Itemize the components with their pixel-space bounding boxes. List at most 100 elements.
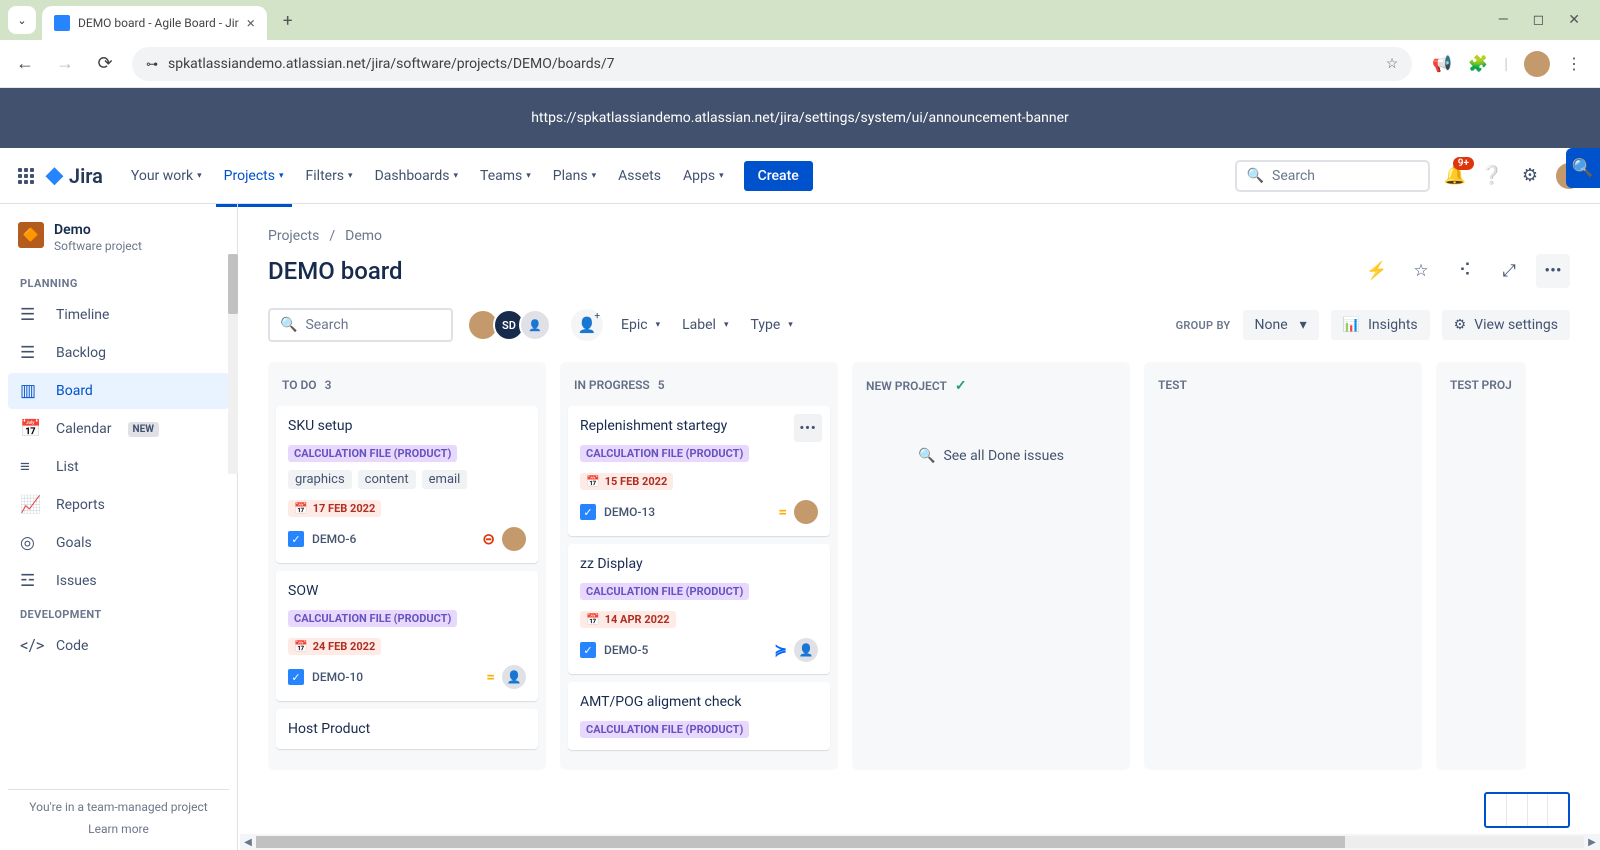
new-tab-button[interactable]: + — [273, 6, 303, 36]
fullscreen-icon[interactable]: ⤢ — [1492, 254, 1526, 288]
automation-icon[interactable]: ⚡ — [1360, 254, 1394, 288]
issue-key[interactable]: DEMO-10 — [312, 670, 363, 684]
assignee-avatar[interactable]: 👤 — [502, 665, 526, 689]
column-new-project[interactable]: NEW PROJECT✓ 🔍See all Done issues — [852, 362, 1130, 770]
card-demo-13[interactable]: ••• Replenishment startegy CALCULATION F… — [568, 406, 830, 536]
close-tab-icon[interactable]: × — [247, 14, 255, 32]
maximize-icon[interactable]: ◻ — [1533, 12, 1545, 28]
learn-more-link[interactable]: Learn more — [8, 822, 229, 836]
card-amt-pog[interactable]: AMT/POG aligment check CALCULATION FILE … — [568, 682, 830, 750]
browser-menu-icon[interactable]: ⋮ — [1566, 54, 1582, 73]
sidebar-item-code[interactable]: </>Code — [8, 628, 229, 664]
column-test[interactable]: TEST — [1144, 362, 1422, 770]
quick-search-button[interactable]: 🔍 — [1566, 148, 1600, 188]
epic-lozenge[interactable]: CALCULATION FILE (PRODUCT) — [580, 721, 749, 738]
global-search-input[interactable]: 🔍 Search — [1235, 160, 1430, 192]
nav-apps[interactable]: Apps▾ — [675, 162, 732, 190]
nav-dashboards[interactable]: Dashboards▾ — [367, 162, 466, 190]
filter-type[interactable]: Type▾ — [746, 311, 796, 339]
announce-icon[interactable]: 📢 — [1432, 54, 1452, 73]
browser-tab[interactable]: DEMO board - Agile Board - Jir × — [42, 6, 267, 40]
sidebar-item-timeline[interactable]: ☰Timeline — [8, 297, 229, 333]
extensions-icon[interactable]: 🧩 — [1468, 54, 1488, 73]
sidebar-item-board[interactable]: ▥Board — [8, 373, 229, 409]
assignee-avatar[interactable] — [502, 527, 526, 551]
sidebar-item-goals[interactable]: ◎Goals — [8, 525, 229, 561]
site-info-icon[interactable]: ⊶ — [146, 57, 158, 71]
column-test-proj[interactable]: TEST PROJ — [1436, 362, 1526, 770]
create-button[interactable]: Create — [744, 161, 813, 191]
scrollbar-thumb[interactable] — [228, 254, 238, 314]
filter-epic[interactable]: Epic▾ — [617, 311, 664, 339]
browser-profile-avatar[interactable] — [1524, 51, 1550, 77]
more-actions-icon[interactable]: ••• — [1536, 254, 1570, 288]
column-todo[interactable]: TO DO 3 SKU setup CALCULATION FILE (PROD… — [268, 362, 546, 770]
scroll-right-icon[interactable]: ▶ — [1584, 837, 1600, 848]
assignee-avatar[interactable]: 👤 — [794, 638, 818, 662]
column-header[interactable]: TEST — [1152, 374, 1414, 406]
notifications-icon[interactable]: 🔔9+ — [1444, 165, 1466, 186]
column-header[interactable]: IN PROGRESS 5 — [568, 374, 830, 406]
nav-filters[interactable]: Filters▾ — [298, 162, 361, 190]
column-header[interactable]: TEST PROJ — [1444, 374, 1518, 406]
nav-your-work[interactable]: Your work▾ — [123, 162, 210, 190]
nav-assets[interactable]: Assets — [610, 162, 669, 190]
label-tag[interactable]: graphics — [288, 470, 352, 489]
board-minimap[interactable] — [1484, 792, 1570, 828]
group-by-select[interactable]: None▾ — [1243, 310, 1319, 340]
assignee-avatar[interactable] — [794, 500, 818, 524]
issue-key[interactable]: DEMO-13 — [604, 505, 655, 519]
nav-plans[interactable]: Plans▾ — [545, 162, 604, 190]
breadcrumb-demo[interactable]: Demo — [345, 228, 382, 244]
scrollbar-thumb[interactable] — [256, 836, 1345, 848]
sidebar-item-backlog[interactable]: ☰Backlog — [8, 335, 229, 371]
reload-icon[interactable]: ⟳ — [92, 53, 118, 74]
insights-button[interactable]: 📊Insights — [1331, 310, 1430, 340]
minimize-icon[interactable]: — — [1498, 12, 1509, 28]
sidebar-item-reports[interactable]: 📈Reports — [8, 487, 229, 523]
project-header[interactable]: 🔶 Demo Software project — [8, 222, 229, 269]
label-tag[interactable]: email — [422, 470, 468, 489]
share-icon[interactable]: ⠪ — [1448, 254, 1482, 288]
back-icon[interactable]: ← — [12, 53, 38, 74]
nav-projects[interactable]: Projects▾ — [216, 162, 292, 190]
column-in-progress[interactable]: IN PROGRESS 5 ••• Replenishment startegy… — [560, 362, 838, 770]
nav-teams[interactable]: Teams▾ — [472, 162, 539, 190]
see-done-issues-link[interactable]: 🔍See all Done issues — [860, 408, 1122, 464]
issue-key[interactable]: DEMO-5 — [604, 643, 648, 657]
bookmark-star-icon[interactable]: ☆ — [1386, 56, 1399, 72]
epic-lozenge[interactable]: CALCULATION FILE (PRODUCT) — [288, 610, 457, 627]
card-demo-5[interactable]: zz Display CALCULATION FILE (PRODUCT) 📅1… — [568, 544, 830, 674]
card-more-icon[interactable]: ••• — [794, 414, 822, 442]
card-demo-10[interactable]: SOW CALCULATION FILE (PRODUCT) 📅24 FEB 2… — [276, 571, 538, 701]
horizontal-scrollbar[interactable]: ◀ ▶ — [240, 834, 1600, 850]
sidebar-scrollbar[interactable] — [228, 254, 238, 474]
tab-list-dropdown[interactable]: ⌄ — [8, 6, 36, 34]
board-search-input[interactable]: 🔍Search — [268, 308, 453, 342]
column-header[interactable]: TO DO 3 — [276, 374, 538, 406]
label-tag[interactable]: content — [358, 470, 416, 489]
star-icon[interactable]: ☆ — [1404, 254, 1438, 288]
breadcrumb-projects[interactable]: Projects — [268, 228, 319, 244]
epic-lozenge[interactable]: CALCULATION FILE (PRODUCT) — [580, 445, 749, 462]
add-people-button[interactable]: 👤 — [571, 309, 603, 341]
settings-gear-icon[interactable]: ⚙ — [1518, 165, 1542, 186]
scroll-left-icon[interactable]: ◀ — [240, 837, 256, 848]
forward-icon[interactable]: → — [52, 53, 78, 74]
issue-key[interactable]: DEMO-6 — [312, 532, 356, 546]
column-header[interactable]: NEW PROJECT✓ — [860, 374, 1122, 408]
sidebar-item-calendar[interactable]: 📅CalendarNEW — [8, 411, 229, 447]
epic-lozenge[interactable]: CALCULATION FILE (PRODUCT) — [288, 445, 457, 462]
help-icon[interactable]: ❔ — [1480, 165, 1504, 186]
card-host-product[interactable]: Host Product — [276, 709, 538, 749]
close-window-icon[interactable]: ✕ — [1568, 12, 1580, 28]
app-switcher-icon[interactable] — [18, 168, 34, 184]
jira-logo[interactable]: ◆ Jira — [46, 163, 103, 188]
view-settings-button[interactable]: ⚙View settings — [1442, 310, 1570, 340]
url-input[interactable]: ⊶ spkatlassiandemo.atlassian.net/jira/so… — [132, 47, 1412, 81]
filter-label[interactable]: Label▾ — [678, 311, 732, 339]
card-demo-6[interactable]: SKU setup CALCULATION FILE (PRODUCT) gra… — [276, 406, 538, 563]
sidebar-item-issues[interactable]: ☲Issues — [8, 563, 229, 599]
avatar-unassigned[interactable]: 👤 — [519, 309, 551, 341]
sidebar-item-list[interactable]: ≡List — [8, 449, 229, 485]
